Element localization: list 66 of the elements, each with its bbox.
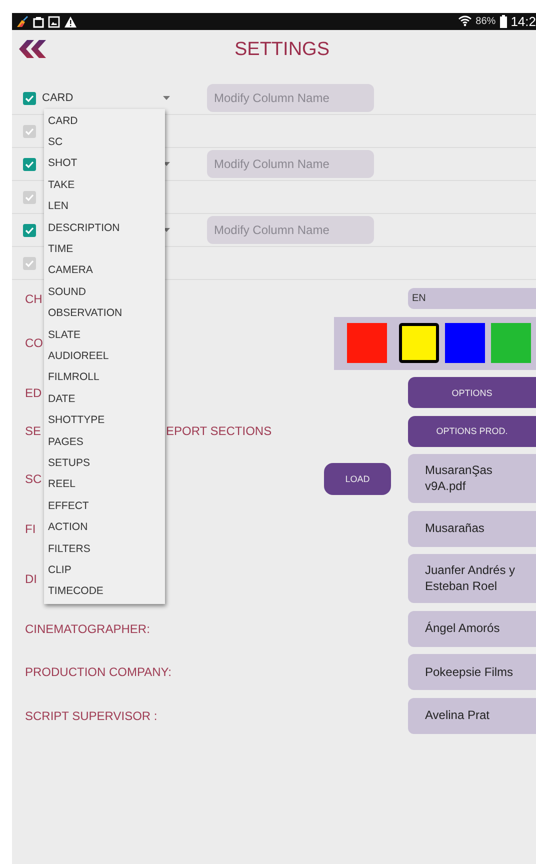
page-title: SETTINGS <box>234 39 330 61</box>
dropdown-option[interactable]: SC <box>44 131 165 153</box>
checkbox[interactable] <box>23 224 36 236</box>
dropdown-option[interactable]: SOUND <box>44 281 165 303</box>
dropdown-option[interactable]: TAKE <box>44 174 165 196</box>
dropdown-option[interactable]: AUDIOREEL <box>44 345 165 367</box>
dropdown-option[interactable]: EFFECT <box>44 495 165 516</box>
wifi-icon <box>458 15 472 28</box>
load-button[interactable]: LOAD <box>324 462 391 495</box>
setting-label: DI <box>25 572 37 586</box>
file-name-field[interactable]: MusaranŞas v9A.pdf <box>408 454 536 504</box>
setting-label: CH <box>25 292 42 306</box>
setting-label: SC <box>25 472 42 486</box>
setting-label: EPORT SECTIONS <box>166 424 272 438</box>
warning-icon <box>64 16 77 28</box>
dropdown-option[interactable]: REEL <box>44 474 165 496</box>
column-name-field[interactable]: Modify Column Name <box>207 84 374 112</box>
dropdown-option[interactable]: DATE <box>44 388 165 410</box>
options-button[interactable]: OPTIONS PROD. <box>408 416 536 446</box>
image-icon <box>48 16 60 28</box>
clock-time: 14:2 <box>510 14 536 29</box>
setting-label: SCRIPT SUPERVISOR : <box>25 708 158 723</box>
dropdown-option[interactable]: SHOTTYPE <box>44 409 165 431</box>
back-chevrons-icon[interactable] <box>17 40 48 58</box>
dropdown-option[interactable]: CLIP <box>44 559 165 581</box>
column-name-field[interactable]: Modify Column Name <box>207 216 374 244</box>
battery-icon <box>500 15 507 28</box>
dropdown-option[interactable]: OBSERVATION <box>44 302 165 324</box>
broom-icon <box>16 16 29 28</box>
checkbox[interactable] <box>23 92 36 104</box>
value-field[interactable]: Avelina Prat <box>408 698 536 734</box>
dropdown-option[interactable]: DESCRIPTION <box>44 216 165 238</box>
setting-label: PRODUCTION COMPANY: <box>25 665 172 680</box>
setting-label: ED <box>25 386 42 400</box>
dropdown-option[interactable]: CARD <box>44 110 165 132</box>
value-field[interactable]: Musarañas <box>408 510 536 547</box>
color-swatch[interactable] <box>445 323 485 363</box>
setting-label: CO <box>25 336 43 350</box>
dropdown-option[interactable]: CAMERA <box>44 260 165 282</box>
checkbox[interactable] <box>23 158 36 170</box>
dropdown-option[interactable]: TIME <box>44 238 165 260</box>
dropdown-option[interactable]: LEN <box>44 196 165 217</box>
dropdown-option[interactable]: FILTERS <box>44 538 165 560</box>
column-name-field[interactable]: Modify Column Name <box>207 150 374 178</box>
dropdown-option[interactable]: TIMECODE <box>44 580 165 602</box>
color-swatch[interactable] <box>399 323 439 363</box>
battery-percent: 86% <box>476 16 496 27</box>
dropdown-caret-icon[interactable] <box>163 96 170 100</box>
dropdown-option[interactable]: FILMROLL <box>44 366 165 388</box>
setting-label: SE <box>25 424 42 438</box>
language-field[interactable]: EN <box>408 288 536 309</box>
setting-label: CINEMATOGRAPHER: <box>25 622 150 636</box>
column-select-value[interactable]: CARD <box>42 92 74 104</box>
dropdown-option[interactable]: SHOT <box>44 152 165 174</box>
dropdown-option[interactable]: ACTION <box>44 516 165 538</box>
dropdown-option[interactable]: PAGES <box>44 430 165 452</box>
value-field[interactable]: Ángel Amorós <box>408 610 536 647</box>
color-swatch[interactable] <box>347 323 387 363</box>
dropdown-option[interactable]: SLATE <box>44 324 165 346</box>
dropdown-option[interactable]: SETUPS <box>44 452 165 474</box>
clipboard-icon <box>33 16 44 28</box>
options-button[interactable]: OPTIONS <box>408 377 536 408</box>
value-field[interactable]: Juanfer Andrés y Esteban Roel <box>408 554 536 604</box>
value-field[interactable]: Pokeepsie Films <box>408 654 536 690</box>
color-swatch[interactable] <box>491 323 531 363</box>
setting-label: FI <box>25 522 36 536</box>
